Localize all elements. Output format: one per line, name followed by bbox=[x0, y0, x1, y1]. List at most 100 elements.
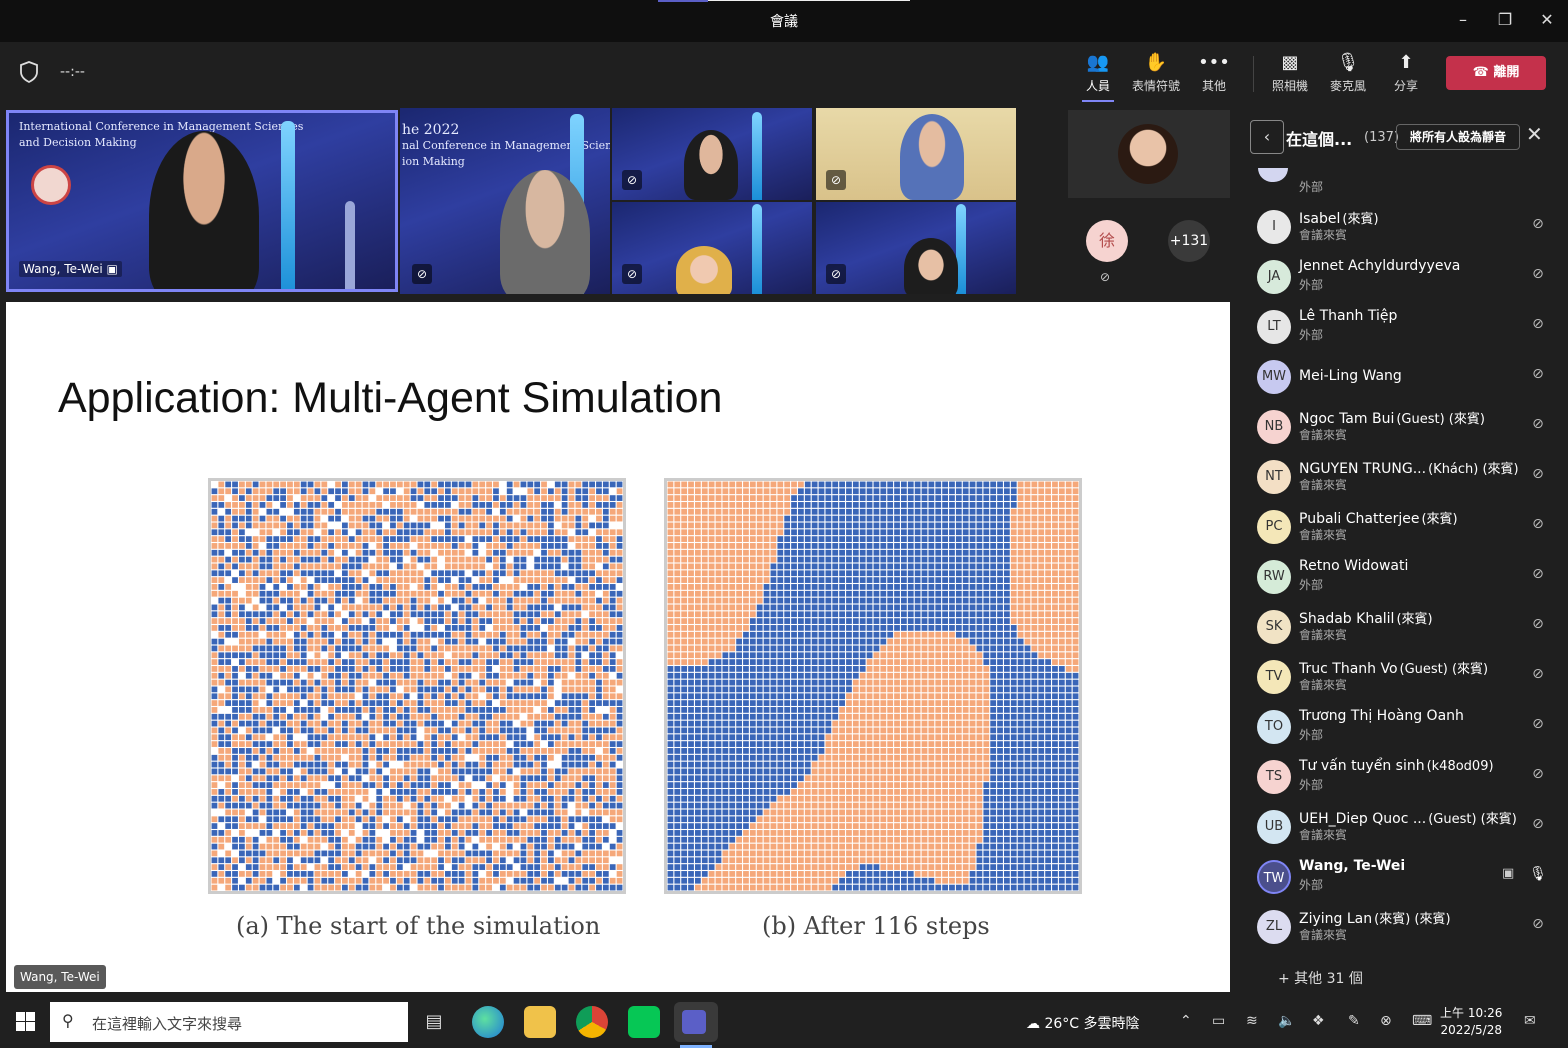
file-explorer-icon[interactable] bbox=[524, 1006, 556, 1038]
mic-off-icon[interactable]: ⊘ bbox=[1528, 516, 1548, 532]
edge-icon[interactable] bbox=[472, 1006, 504, 1038]
shield-icon[interactable] bbox=[18, 60, 40, 84]
share-button[interactable]: ⬆ 分享 bbox=[1376, 50, 1436, 94]
mic-button[interactable]: 🎙 麥克風 bbox=[1318, 50, 1378, 94]
participant-row[interactable]: ZLZiying Lan(來賓) (來賓)會議來賓⊘ bbox=[1234, 904, 1568, 954]
system-clock[interactable]: 上午 10:26 2022/5/28 bbox=[1440, 1005, 1502, 1039]
participant-name-text: Ngoc Tam Bui bbox=[1299, 411, 1394, 427]
reaction-icon: ✋ bbox=[1126, 50, 1186, 76]
video-tile-2[interactable]: he 2022 nal Conference in Management Sci… bbox=[400, 108, 610, 294]
restore-button[interactable]: ❐ bbox=[1490, 8, 1520, 32]
status-icon[interactable]: ⊗ bbox=[1380, 1013, 1392, 1029]
windows-start-icon[interactable] bbox=[16, 1012, 36, 1032]
mic-off-icon[interactable]: ⊘ bbox=[1528, 216, 1548, 232]
participant-row[interactable]: NBNgoc Tam Bui(Guest) (來賓)會議來賓⊘ bbox=[1234, 404, 1568, 454]
video-tile-3[interactable]: ⊘ bbox=[612, 108, 812, 200]
video-tile-5[interactable]: ⊘ bbox=[612, 202, 812, 294]
mic-off-icon: ⊘ bbox=[1100, 270, 1110, 284]
close-icon[interactable]: ✕ bbox=[1526, 122, 1543, 146]
side-participant-tile[interactable] bbox=[1068, 110, 1230, 198]
participant-row[interactable]: MWMei-Ling Wang⊘ bbox=[1234, 354, 1568, 404]
participant-video bbox=[684, 130, 738, 200]
line-icon[interactable] bbox=[628, 1006, 660, 1038]
participant-row[interactable]: TOTrương Thị Hoàng Oanh外部⊘ bbox=[1234, 704, 1568, 754]
mic-off-icon[interactable]: ⊘ bbox=[1528, 666, 1548, 682]
wifi-icon[interactable]: ≋ bbox=[1246, 1013, 1258, 1029]
participant-tag: (來賓) bbox=[1342, 212, 1378, 227]
more-button[interactable]: ••• 其他 bbox=[1184, 50, 1244, 94]
participant-video bbox=[676, 246, 732, 294]
back-button[interactable]: ‹ bbox=[1250, 120, 1284, 154]
overflow-count-button[interactable]: +131 bbox=[1168, 220, 1210, 262]
mic-off-icon[interactable]: ⊘ bbox=[1528, 816, 1548, 832]
teams-logo bbox=[682, 1010, 706, 1034]
participant-row[interactable]: PCPubali Chatterjee(來賓)會議來賓⊘ bbox=[1234, 504, 1568, 554]
participant-tag: (來賓) (來賓) bbox=[1374, 912, 1450, 927]
video-gallery: International Conference in Management S… bbox=[0, 104, 1234, 300]
mic-off-icon[interactable]: ⊘ bbox=[1528, 366, 1548, 382]
avatar: ZL bbox=[1257, 910, 1291, 944]
participant-name-text: Retno Widowati bbox=[1299, 558, 1408, 574]
chevron-up-icon[interactable]: ⌃ bbox=[1180, 1013, 1192, 1029]
mic-off-icon[interactable]: ⊘ bbox=[1528, 266, 1548, 282]
chrome-icon[interactable] bbox=[576, 1006, 608, 1038]
people-button[interactable]: 👥 人員 bbox=[1068, 50, 1128, 94]
avatar: RW bbox=[1257, 560, 1291, 594]
clock-date: 2022/5/28 bbox=[1440, 1022, 1502, 1039]
video-tile-presenter[interactable]: International Conference in Management S… bbox=[6, 110, 398, 292]
avatar: UB bbox=[1257, 810, 1291, 844]
mic-off-icon[interactable]: ⊘ bbox=[1528, 416, 1548, 432]
participant-name: Ngoc Tam Bui(Guest) (來賓) bbox=[1299, 408, 1485, 427]
mic-off-icon[interactable]: ⊘ bbox=[1528, 616, 1548, 632]
task-view-icon[interactable]: ▤ bbox=[418, 1006, 450, 1038]
participant-sub: 會議來賓 bbox=[1299, 526, 1347, 543]
participant-row[interactable]: SKShadab Khalil(來賓)會議來賓⊘ bbox=[1234, 604, 1568, 654]
dropbox-icon[interactable]: ❖ bbox=[1312, 1013, 1325, 1029]
toolbar-divider bbox=[1253, 56, 1254, 92]
tower-graphic bbox=[281, 121, 295, 292]
people-label: 人員 bbox=[1068, 77, 1128, 94]
participant-row[interactable]: TWWang, Te-Wei外部▣🎙 bbox=[1234, 854, 1568, 904]
participant-row[interactable]: RWRetno Widowati外部⊘ bbox=[1234, 554, 1568, 604]
participant-row[interactable]: LTLê Thanh Tiệp外部⊘ bbox=[1234, 304, 1568, 354]
reactions-button[interactable]: ✋ 表情符號 bbox=[1126, 50, 1186, 94]
minimize-button[interactable]: – bbox=[1448, 8, 1478, 32]
participant-row[interactable]: NTNGUYEN TRUNG...(Khách) (來賓)會議來賓⊘ bbox=[1234, 454, 1568, 504]
avatar[interactable]: 徐 bbox=[1086, 220, 1128, 262]
mic-icon[interactable]: 🎙 bbox=[1528, 866, 1548, 882]
weather-widget[interactable]: ☁ 26°C 多雲時陰 bbox=[1026, 1013, 1140, 1033]
keyboard-icon[interactable]: ⌨ bbox=[1412, 1013, 1432, 1029]
mute-all-button[interactable]: 將所有人設為靜音 bbox=[1396, 124, 1520, 150]
mic-off-icon[interactable]: ⊘ bbox=[1528, 466, 1548, 482]
mic-off-icon[interactable]: ⊘ bbox=[1528, 916, 1548, 932]
mic-off-icon[interactable]: ⊘ bbox=[1528, 716, 1548, 732]
notification-icon[interactable]: ✉ bbox=[1524, 1013, 1536, 1029]
camera-label: 照相機 bbox=[1260, 77, 1320, 94]
participant-row[interactable]: TSTư vấn tuyển sinh(k48od09)外部⊘ bbox=[1234, 754, 1568, 804]
camera-button[interactable]: ▩ 照相機 bbox=[1260, 50, 1320, 94]
leave-button[interactable]: ☎ 離開 bbox=[1446, 56, 1546, 90]
mic-off-icon[interactable]: ⊘ bbox=[1528, 566, 1548, 582]
participant-row[interactable]: UBUEH_Diep Quoc ...(Guest) (來賓)會議來賓⊘ bbox=[1234, 804, 1568, 854]
participant-row[interactable]: TVTruc Thanh Vo(Guest) (來賓)會議來賓⊘ bbox=[1234, 654, 1568, 704]
participant-row[interactable]: JAJennet Achyldurdyyeva外部⊘ bbox=[1234, 254, 1568, 304]
participant-name: Jennet Achyldurdyyeva bbox=[1299, 258, 1462, 274]
pen-icon[interactable]: ✎ bbox=[1348, 1013, 1360, 1029]
teams-icon[interactable] bbox=[674, 1002, 718, 1042]
video-tile-6[interactable]: ⊘ bbox=[816, 202, 1016, 294]
mic-off-icon[interactable]: ⊘ bbox=[1528, 766, 1548, 782]
volume-icon[interactable]: 🔈 bbox=[1278, 1013, 1295, 1029]
participant-name-text: Jennet Achyldurdyyeva bbox=[1299, 258, 1460, 274]
avatar: NB bbox=[1257, 410, 1291, 444]
video-tile-4[interactable]: ⊘ bbox=[816, 108, 1016, 200]
avatar: TV bbox=[1257, 660, 1291, 694]
taskbar-search[interactable]: ⚲ 在這裡輸入文字來搜尋 bbox=[50, 1002, 408, 1042]
mic-off-icon[interactable]: ⊘ bbox=[1528, 316, 1548, 332]
close-window-button[interactable]: ✕ bbox=[1532, 8, 1562, 32]
share-icon: ⬆ bbox=[1376, 50, 1436, 76]
tower-graphic bbox=[752, 112, 762, 200]
participant-avatar bbox=[1118, 124, 1178, 184]
participant-row[interactable]: IIsabel(來賓)會議來賓⊘ bbox=[1234, 204, 1568, 254]
battery-icon[interactable]: ▭ bbox=[1212, 1013, 1225, 1029]
more-participants-link[interactable]: + 其他 31 個 bbox=[1278, 968, 1363, 988]
